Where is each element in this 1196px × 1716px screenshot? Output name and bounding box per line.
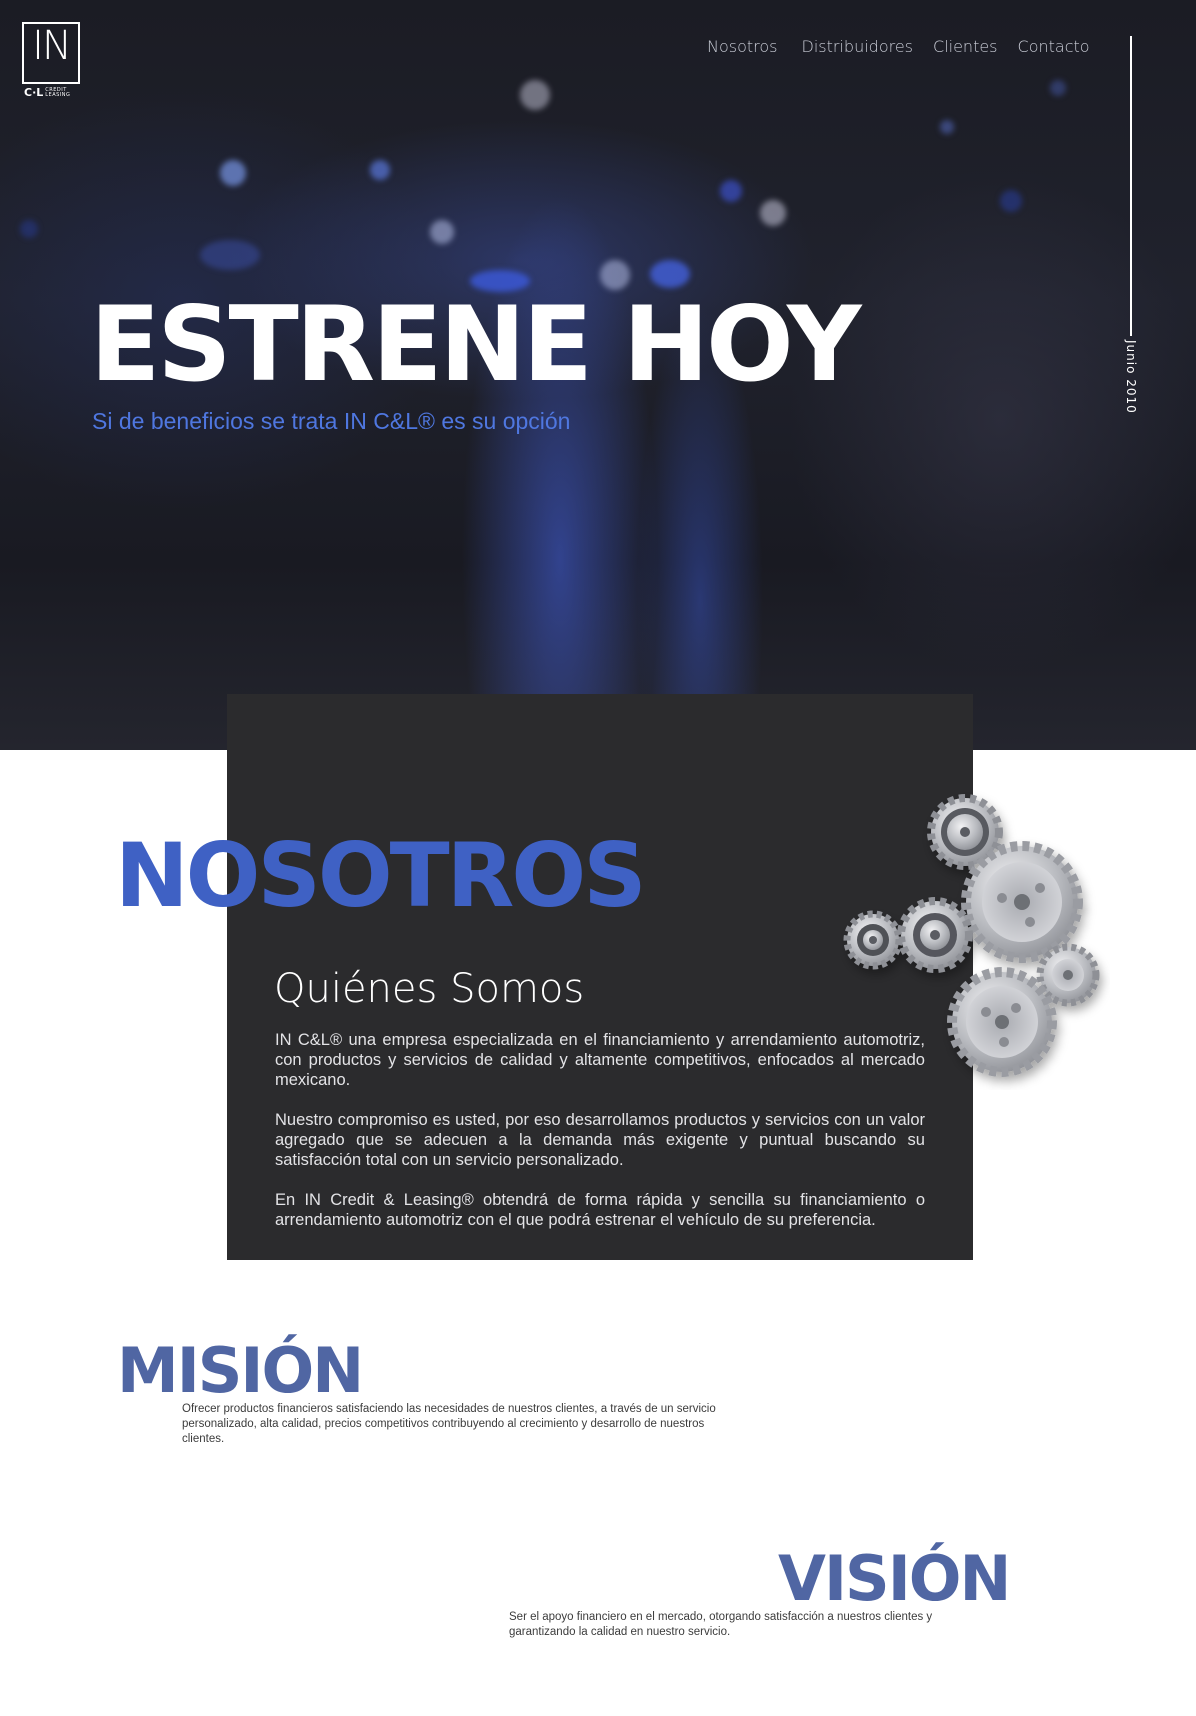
nav-item-distribuidores[interactable]: Distribuidores — [802, 37, 914, 56]
vision-text: Ser el apoyo financiero en el mercado, o… — [509, 1611, 933, 1638]
main-nav: Nosotros Distribuidores Clientes Contact… — [707, 37, 1090, 56]
mision-text: Ofrecer productos financieros satisfacie… — [182, 1403, 716, 1445]
logo-cl-text: C·L — [24, 86, 44, 99]
hero-subtitle: Si de beneficios se trata IN C&L® es su … — [92, 408, 571, 434]
about-paragraph: IN C&L® una empresa especializada en el … — [275, 1031, 925, 1089]
hero-section: IN C·L CREDIT LEASING Nosotros Distribui… — [0, 0, 1196, 750]
about-heading: NOSOTROS — [115, 824, 647, 927]
about-paragraph: En IN Credit & Leasing® obtendrá de form… — [275, 1191, 925, 1229]
logo-sub-text: CREDIT LEASING — [45, 86, 71, 98]
hero-date: Junio 2010 — [1124, 340, 1138, 414]
nav-item-nosotros[interactable]: Nosotros — [707, 37, 778, 56]
about-body: IN C&L® una empresa especializada en el … — [275, 1030, 925, 1250]
logo-subline: C·L CREDIT LEASING — [24, 86, 85, 99]
brand-logo[interactable]: IN C·L CREDIT LEASING — [22, 22, 80, 99]
gears-icon — [843, 794, 1100, 1077]
about-subtitle: Quiénes Somos — [274, 966, 585, 1012]
about-paragraph: Nuestro compromiso es usted, por eso des… — [275, 1111, 925, 1169]
nav-item-clientes[interactable]: Clientes — [933, 37, 998, 56]
logo-main-text: IN — [32, 23, 72, 69]
nav-item-contacto[interactable]: Contacto — [1018, 37, 1090, 56]
hero-title: ESTRENE HOY — [90, 285, 862, 405]
vision-heading: VISIÓN — [778, 1542, 1011, 1615]
mision-heading: MISIÓN — [117, 1334, 364, 1407]
vertical-divider — [1130, 36, 1132, 336]
